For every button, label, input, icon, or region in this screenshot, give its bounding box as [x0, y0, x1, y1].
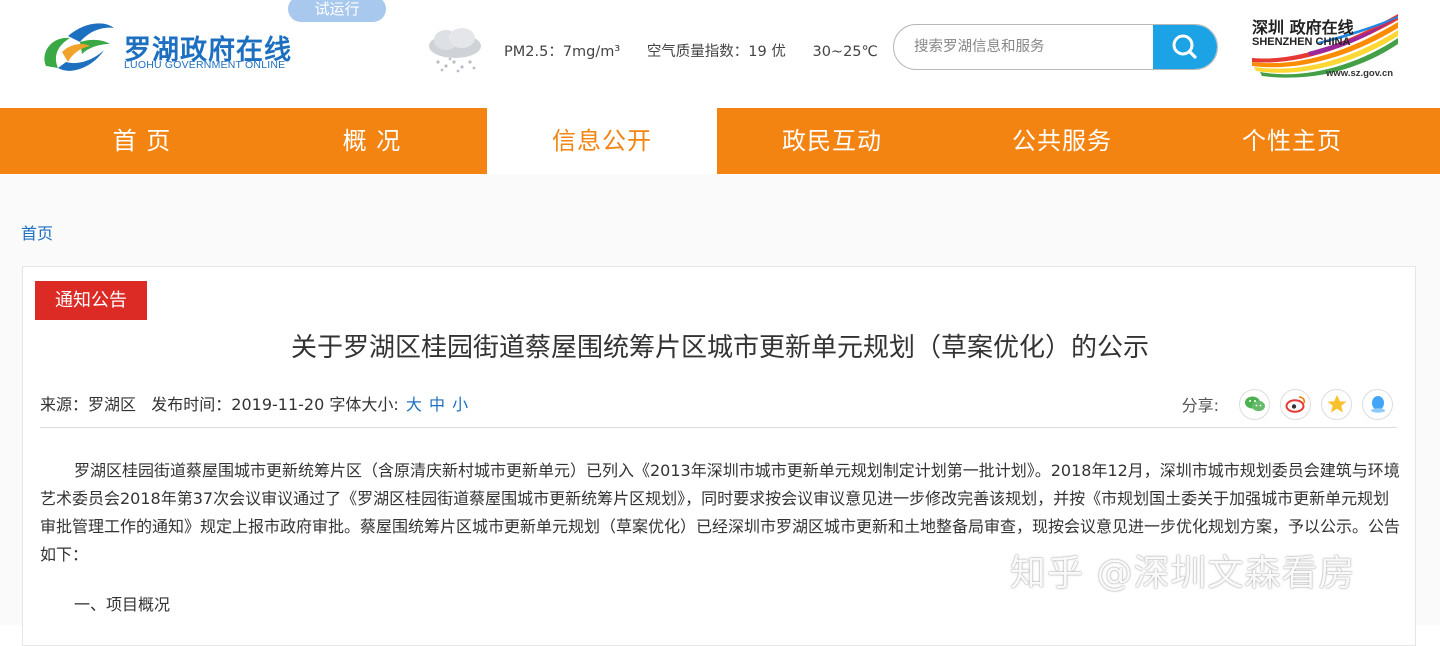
breadcrumb-home-link[interactable]: 首页 — [21, 220, 53, 244]
share-qzone-button[interactable] — [1321, 388, 1352, 420]
share-wechat-button[interactable] — [1239, 388, 1270, 420]
content-area: 首页 通知公告 关于罗湖区桂园街道蔡屋围统筹片区城市更新单元规划（草案优化）的公… — [0, 174, 1440, 646]
shenzhen-government-logo[interactable]: 深圳 政府在线 SHENZHEN CHINA www.sz.gov.cn — [1248, 12, 1400, 82]
wechat-icon — [1244, 396, 1265, 412]
font-size-small-link[interactable]: 小 — [452, 395, 468, 414]
meta-divider — [40, 427, 1397, 428]
rain-cloud-icon — [429, 28, 481, 73]
publish-time: 发布时间：2019-11-20 — [151, 395, 325, 414]
luohu-logo[interactable]: 罗湖政府在线 LUOHU GOVERNMENT ONLINE — [38, 14, 298, 84]
nav-home[interactable]: 首 页 — [0, 108, 257, 174]
weather-widget: PM2.5：7mg/m³ 空气质量指数：19 优 30~25℃ — [424, 26, 878, 76]
nav-personal-homepage[interactable]: 个性主页 — [1177, 108, 1407, 174]
article-meta: 来源：罗湖区 发布时间：2019-11-20 字体大小: 大 中 小 — [40, 391, 468, 415]
pm25-reading: PM2.5：7mg/m³ — [504, 44, 621, 60]
article-source: 来源：罗湖区 — [40, 395, 137, 414]
search-box — [893, 24, 1218, 70]
main-navigation: 首 页 概 况 信息公开 政民互动 公共服务 个性主页 — [0, 108, 1440, 174]
qzone-icon — [1327, 395, 1346, 413]
search-icon — [1172, 34, 1197, 59]
font-size-large-link[interactable]: 大 — [406, 395, 422, 414]
zhihu-watermark: 知乎 @深圳文森看房 — [1010, 553, 1356, 594]
weibo-icon — [1285, 396, 1305, 413]
search-button[interactable] — [1153, 25, 1217, 69]
qq-icon — [1370, 396, 1385, 413]
nav-information-disclosure[interactable]: 信息公开 — [487, 108, 717, 174]
shenzhen-logo-url: www.sz.gov.cn — [1326, 68, 1394, 79]
search-input[interactable] — [914, 25, 1144, 69]
logo-english-name: LUOHU GOVERNMENT ONLINE — [124, 59, 286, 71]
category-tag: 通知公告 — [35, 281, 147, 320]
nav-public-interaction[interactable]: 政民互动 — [717, 108, 947, 174]
shenzhen-logo-english: SHENZHEN CHINA — [1252, 36, 1351, 48]
share-label: 分享: — [1181, 396, 1219, 415]
site-header: 罗湖政府在线 LUOHU GOVERNMENT ONLINE 试运行 PM2.5… — [0, 0, 1440, 108]
share-weibo-button[interactable] — [1280, 388, 1311, 420]
shenzhen-logo-chinese: 深圳 政府在线 — [1252, 18, 1354, 37]
luohu-logo-mark-icon — [44, 23, 114, 71]
share-bar: 分享: — [1182, 387, 1393, 421]
nav-overview[interactable]: 概 况 — [257, 108, 487, 174]
trial-run-badge: 试运行 — [288, 0, 386, 22]
font-size-label: 字体大小: — [329, 395, 399, 414]
temperature-range: 30~25℃ — [812, 44, 878, 60]
article-title: 关于罗湖区桂园街道蔡屋围统筹片区城市更新单元规划（草案优化）的公示 — [290, 333, 1149, 363]
font-size-medium-link[interactable]: 中 — [429, 395, 445, 414]
air-quality-index: 空气质量指数：19 优 — [646, 44, 786, 60]
share-qq-button[interactable] — [1362, 388, 1393, 420]
section-heading-project-overview: 一、项目概况 — [74, 595, 171, 614]
nav-public-services[interactable]: 公共服务 — [947, 108, 1177, 174]
